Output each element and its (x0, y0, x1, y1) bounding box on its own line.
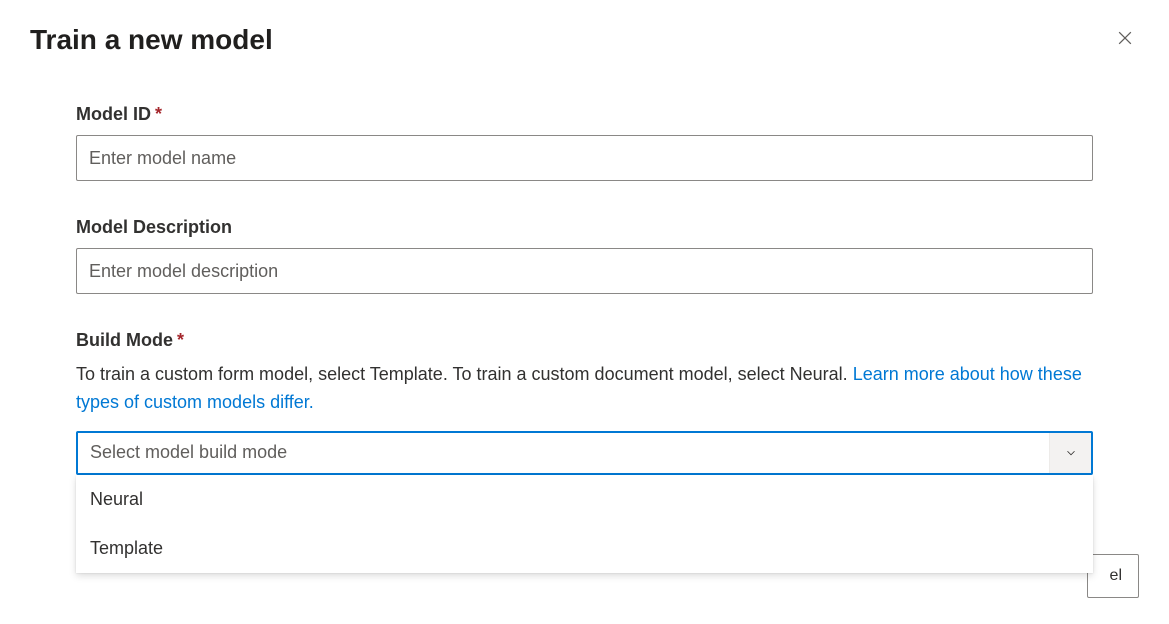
build-mode-help-prefix: To train a custom form model, select Tem… (76, 364, 853, 384)
model-id-label: Model ID* (76, 104, 1093, 125)
model-id-field-group: Model ID* (76, 104, 1093, 181)
close-button[interactable] (1111, 24, 1139, 55)
build-mode-select-wrap: Select model build mode Neural Template (76, 431, 1093, 475)
close-icon (1115, 28, 1135, 51)
form-area: Model ID* Model Description Build Mode* … (30, 56, 1139, 475)
model-description-label: Model Description (76, 217, 1093, 238)
build-mode-select[interactable]: Select model build mode (76, 431, 1093, 475)
cancel-button-label: el (1104, 567, 1122, 585)
dialog-header: Train a new model (30, 24, 1139, 56)
build-mode-label: Build Mode* (76, 330, 1093, 351)
train-model-dialog: Train a new model Model ID* Model Descri… (0, 0, 1169, 624)
build-mode-field-group: Build Mode* To train a custom form model… (76, 330, 1093, 475)
build-mode-option-template[interactable]: Template (76, 524, 1093, 573)
model-description-input[interactable] (76, 248, 1093, 294)
chevron-down-icon (1049, 433, 1091, 473)
required-indicator: * (177, 330, 184, 350)
build-mode-label-text: Build Mode (76, 330, 173, 350)
build-mode-option-neural[interactable]: Neural (76, 475, 1093, 524)
model-id-input[interactable] (76, 135, 1093, 181)
model-id-label-text: Model ID (76, 104, 151, 124)
cancel-button[interactable]: el (1087, 554, 1139, 598)
required-indicator: * (155, 104, 162, 124)
model-description-field-group: Model Description (76, 217, 1093, 294)
build-mode-select-placeholder: Select model build mode (78, 442, 1049, 463)
dialog-title: Train a new model (30, 24, 273, 56)
build-mode-help-text: To train a custom form model, select Tem… (76, 361, 1093, 417)
build-mode-dropdown-list: Neural Template (76, 475, 1093, 573)
